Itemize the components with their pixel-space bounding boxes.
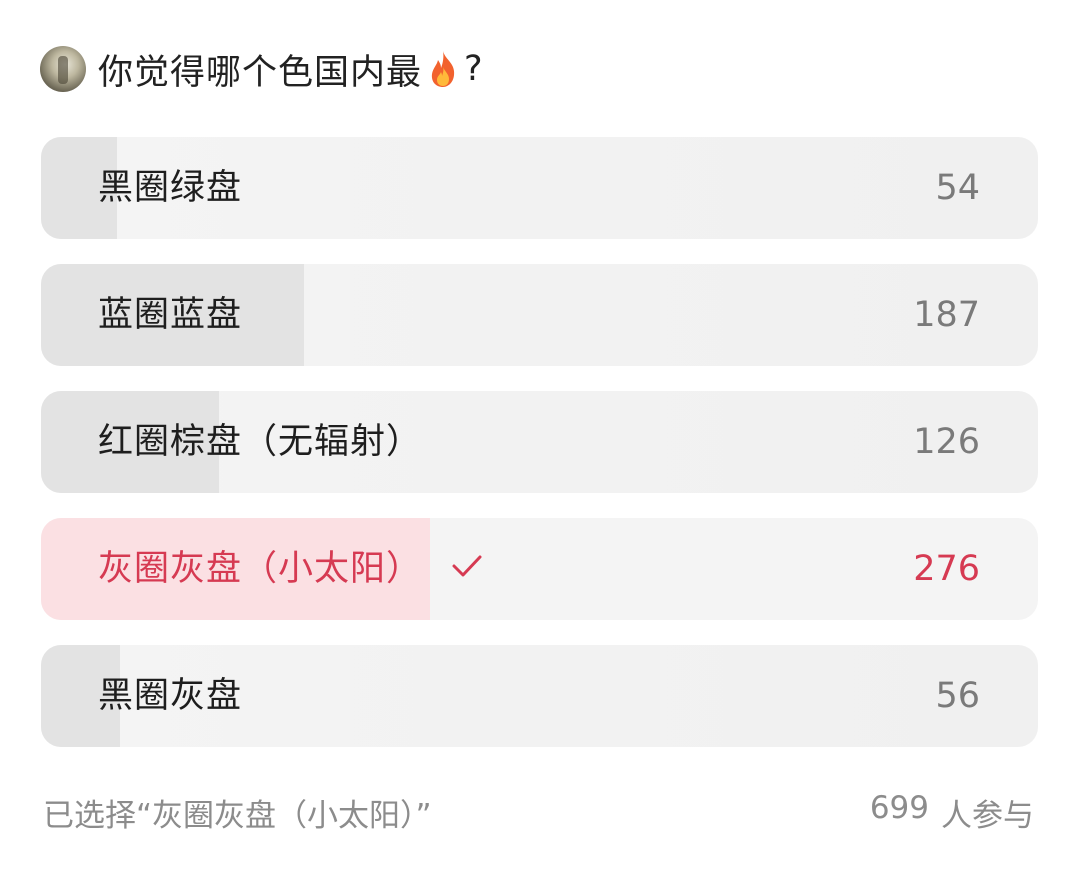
poll-card: 你觉得哪个色国内最 ? 黑圈绿盘 54 蓝圈蓝盘 187 红圈棕盘（无辐射） 126 灰圈灰… (0, 0, 1080, 884)
poll-option-text: 黑圈灰盘 (98, 676, 243, 716)
poll-option[interactable]: 黑圈灰盘 56 (41, 645, 1038, 747)
question-text: 你觉得哪个色国内最 (98, 52, 423, 93)
poll-footer: 已选择“灰圈灰盘（小太阳）” 699 人参与 (43, 788, 1034, 836)
poll-option-count: 126 (913, 422, 980, 462)
participants-count: 699 (869, 789, 929, 826)
participants: 699 人参与 (870, 790, 1034, 835)
check-icon (452, 555, 482, 577)
poll-option-label: 黑圈绿盘 (98, 137, 242, 239)
selected-summary: 已选择“灰圈灰盘（小太阳）” (43, 797, 432, 834)
poll-option[interactable]: 红圈棕盘（无辐射） 126 (41, 391, 1038, 493)
poll-options: 黑圈绿盘 54 蓝圈蓝盘 187 红圈棕盘（无辐射） 126 灰圈灰盘（小太阳） 276 黑圈灰… (41, 137, 1038, 772)
poll-option[interactable]: 灰圈灰盘（小太阳） 276 (41, 518, 1038, 620)
poll-option-text: 蓝圈蓝盘 (98, 295, 243, 335)
poll-option-label: 蓝圈蓝盘 (98, 264, 242, 366)
poll-option-count: 276 (913, 549, 980, 589)
poll-header: 你觉得哪个色国内最 ? (40, 44, 484, 94)
question-suffix: ? (464, 49, 484, 89)
poll-option-text: 红圈棕盘（无辐射） (98, 422, 423, 462)
poll-option-count: 56 (935, 676, 980, 716)
poll-option-count: 187 (913, 295, 980, 335)
poll-option[interactable]: 蓝圈蓝盘 187 (41, 264, 1038, 366)
poll-option-label: 灰圈灰盘（小太阳） (98, 518, 482, 620)
poll-option-label: 红圈棕盘（无辐射） (98, 391, 422, 493)
poll-option-text: 黑圈绿盘 (98, 168, 243, 208)
poll-question: 你觉得哪个色国内最 ? (98, 44, 484, 95)
avatar[interactable] (40, 46, 86, 92)
poll-option-label: 黑圈灰盘 (98, 645, 242, 747)
poll-option-text: 灰圈灰盘（小太阳） (98, 549, 423, 589)
poll-option[interactable]: 黑圈绿盘 54 (41, 137, 1038, 239)
participants-label: 人参与 (941, 797, 1034, 834)
fire-icon (431, 51, 455, 87)
poll-option-count: 54 (935, 168, 980, 208)
